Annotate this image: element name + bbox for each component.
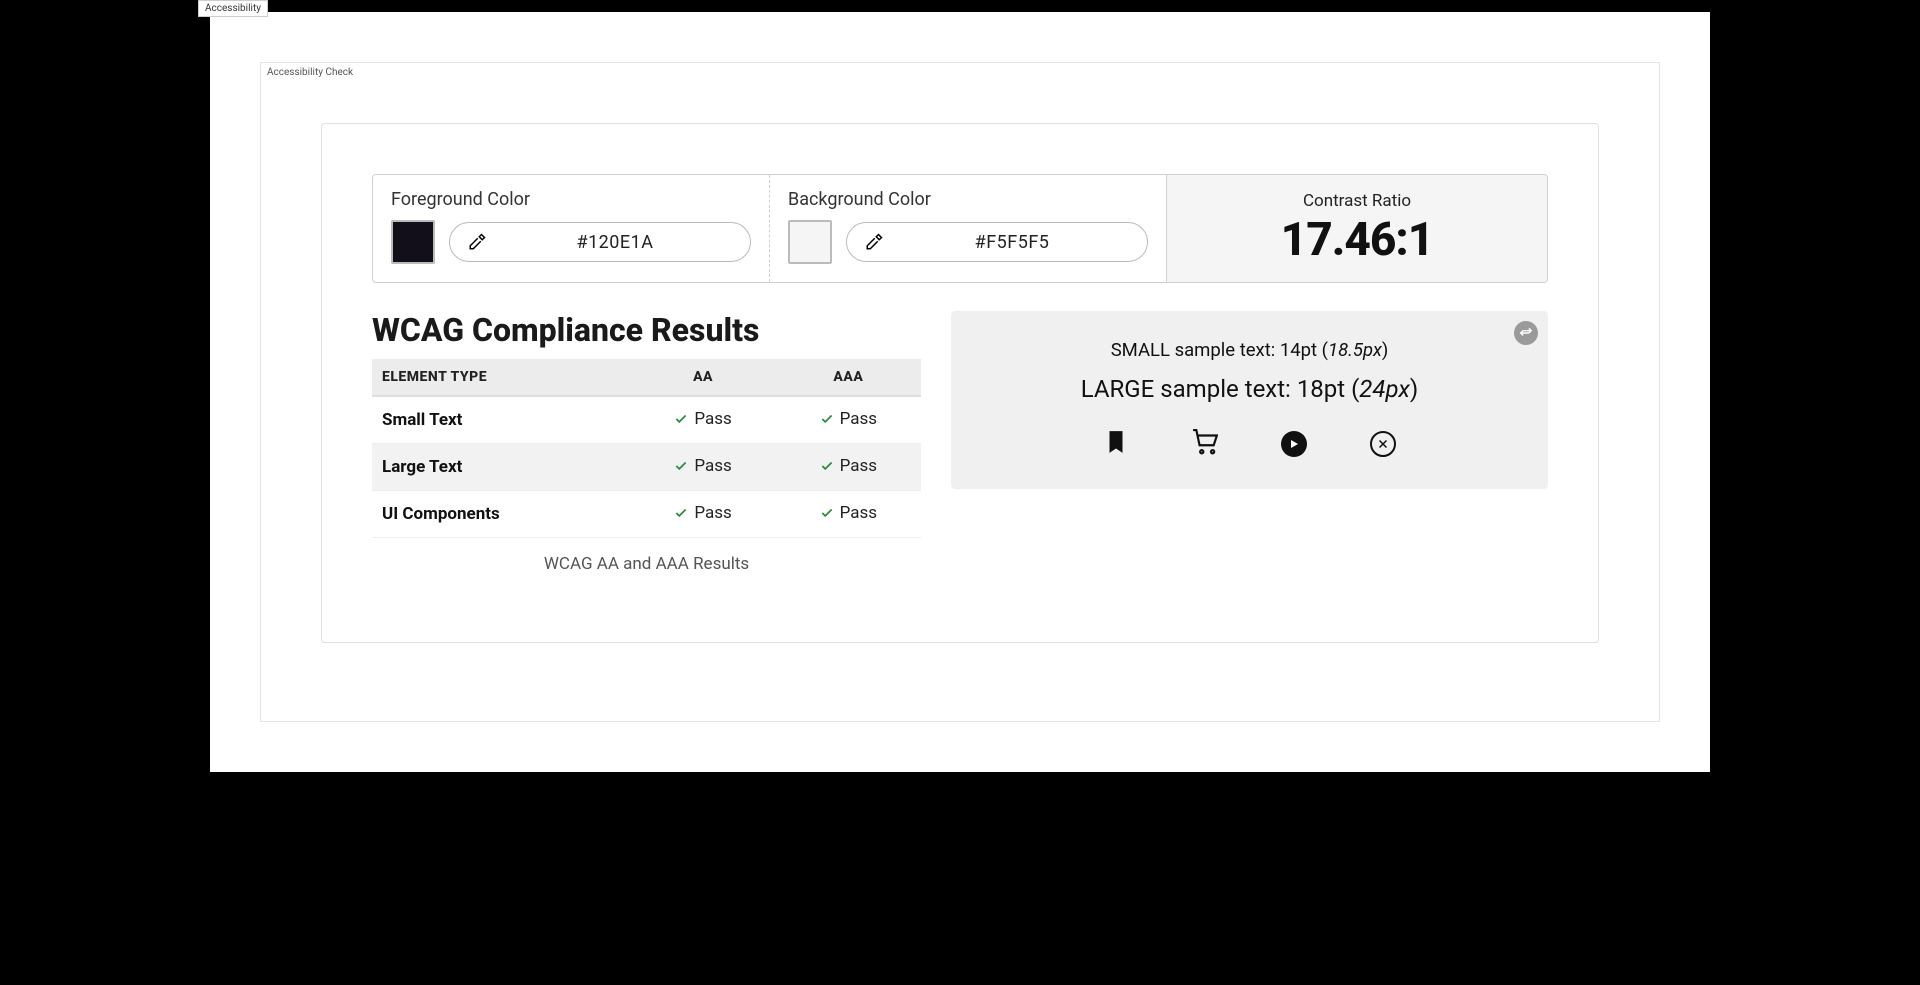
row-type: Small Text (372, 396, 630, 444)
col-aaa: AAA (776, 359, 921, 396)
row-aa: Pass (630, 491, 775, 538)
table-row: Large TextPassPass (372, 444, 921, 491)
cart-icon (1192, 429, 1218, 459)
background-hex-input[interactable]: #F5F5F5 (846, 222, 1148, 262)
results-caption: WCAG AA and AAA Results (372, 554, 921, 574)
background-label: Background Color (788, 189, 1148, 210)
contrast-ratio-value: 17.46:1 (1281, 213, 1434, 267)
foreground-label: Foreground Color (391, 189, 751, 210)
row-type: Large Text (372, 444, 630, 491)
accessibility-tab[interactable]: Accessibility (198, 0, 268, 17)
row-aa: Pass (630, 444, 775, 491)
row-aa: Pass (630, 396, 775, 444)
row-aaa: Pass (776, 491, 921, 538)
eyedropper-icon[interactable] (468, 233, 486, 251)
contrast-bar: Foreground Color #120E1A Background Colo… (372, 174, 1548, 283)
col-aa: AA (630, 359, 775, 396)
row-aaa: Pass (776, 396, 921, 444)
accessibility-panel: Accessibility Check Foreground Color #12… (260, 62, 1660, 722)
play-icon (1281, 431, 1307, 457)
wcag-table: ELEMENT TYPE AA AAA Small TextPassPassLa… (372, 359, 921, 538)
col-element-type: ELEMENT TYPE (372, 359, 630, 396)
results-area: WCAG Compliance Results ELEMENT TYPE AA … (372, 311, 1548, 574)
results-title: WCAG Compliance Results (372, 311, 921, 349)
contrast-ratio-block: Contrast Ratio 17.46:1 (1166, 175, 1547, 282)
background-block: Background Color #F5F5F5 (769, 175, 1166, 282)
close-circle-icon (1370, 431, 1396, 457)
row-type: UI Components (372, 491, 630, 538)
results-table-block: WCAG Compliance Results ELEMENT TYPE AA … (372, 311, 921, 574)
swap-colors-button[interactable] (1514, 321, 1538, 345)
panel-title: Accessibility Check (267, 67, 353, 78)
foreground-hex-input[interactable]: #120E1A (449, 222, 751, 262)
table-row: Small TextPassPass (372, 396, 921, 444)
foreground-swatch[interactable] (391, 220, 435, 264)
contrast-ratio-label: Contrast Ratio (1303, 191, 1411, 211)
app-frame: Accessibility Accessibility Check Foregr… (210, 12, 1710, 772)
background-hex-value: #F5F5F5 (895, 232, 1129, 253)
sample-panel: SMALL sample text: 14pt (18.5px) LARGE s… (951, 311, 1548, 489)
background-swatch[interactable] (788, 220, 832, 264)
bookmark-icon (1103, 429, 1129, 459)
row-aaa: Pass (776, 444, 921, 491)
table-row: UI ComponentsPassPass (372, 491, 921, 538)
eyedropper-icon[interactable] (865, 233, 883, 251)
foreground-hex-value: #120E1A (498, 232, 732, 253)
foreground-block: Foreground Color #120E1A (373, 175, 769, 282)
sample-large-text: LARGE sample text: 18pt (24px) (975, 375, 1524, 403)
contrast-checker-card: Foreground Color #120E1A Background Colo… (321, 123, 1599, 643)
sample-small-text: SMALL sample text: 14pt (18.5px) (975, 339, 1524, 361)
sample-icons-row (1040, 429, 1460, 459)
